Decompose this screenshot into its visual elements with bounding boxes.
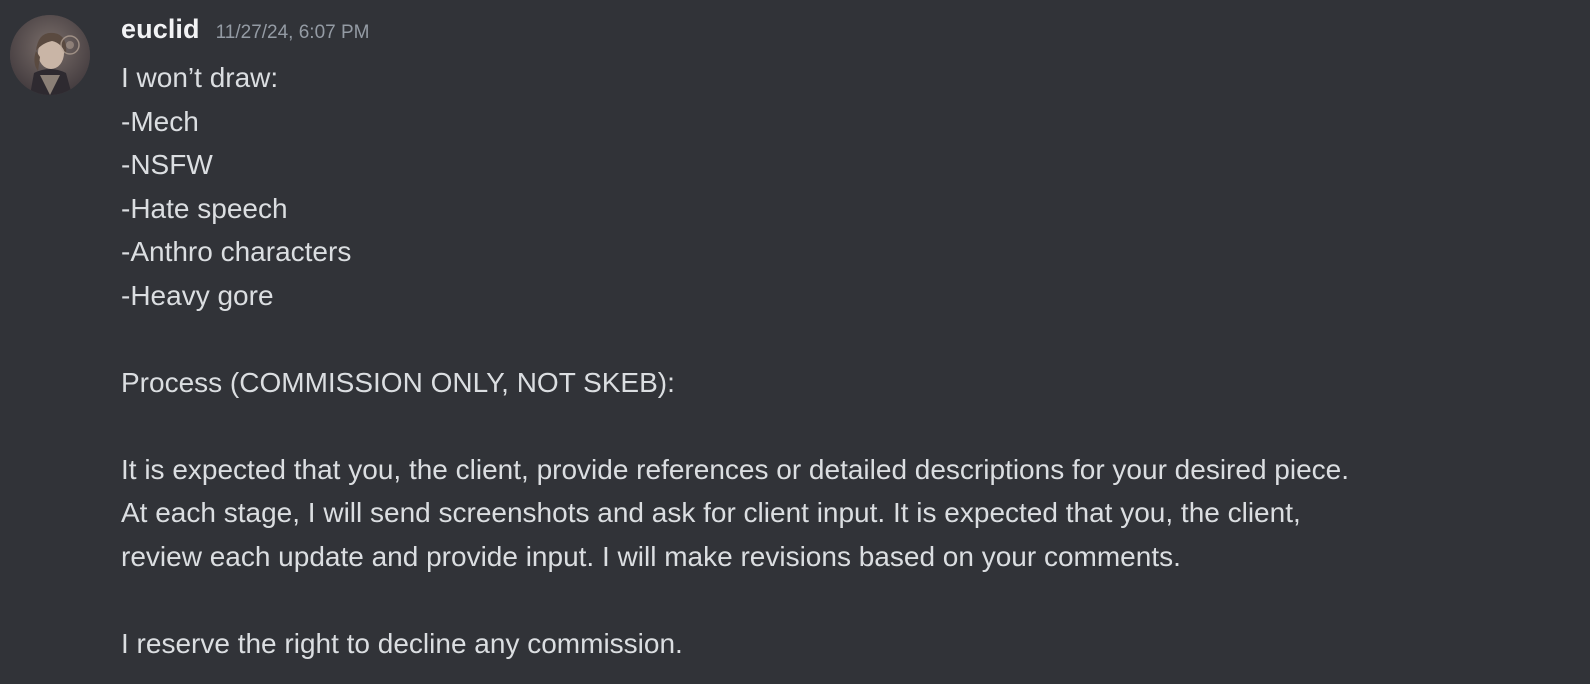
chat-message: euclid 11/27/24, 6:07 PM I won’t draw: -… — [0, 0, 1590, 684]
username[interactable]: euclid — [121, 14, 200, 45]
message-line: -Heavy gore — [121, 279, 274, 311]
message-line: I reserve the right to decline any commi… — [121, 627, 683, 659]
message-header: euclid 11/27/24, 6:07 PM — [121, 14, 370, 45]
message-line: It is expected that you, the client, pro… — [121, 453, 1350, 485]
message-line: At each stage, I will send screenshots a… — [121, 497, 1301, 528]
message-line: I won’t draw: — [121, 62, 279, 93]
message-timestamp[interactable]: 11/27/24, 6:07 PM — [216, 22, 370, 44]
message-line: -NSFW — [121, 149, 213, 180]
message-line: -Mech — [121, 105, 199, 137]
message-line: review each update and provide input. I … — [121, 540, 1181, 572]
message-line: Process (COMMISSION ONLY, NOT SKEB): — [121, 366, 675, 398]
message-line: -Hate speech — [121, 192, 288, 224]
avatar[interactable] — [10, 15, 90, 95]
avatar-portrait-icon — [10, 15, 90, 95]
message-content: I won’t draw: -Mech -NSFW -Hate speech -… — [121, 56, 1561, 665]
message-line: -Anthro characters — [121, 236, 352, 267]
